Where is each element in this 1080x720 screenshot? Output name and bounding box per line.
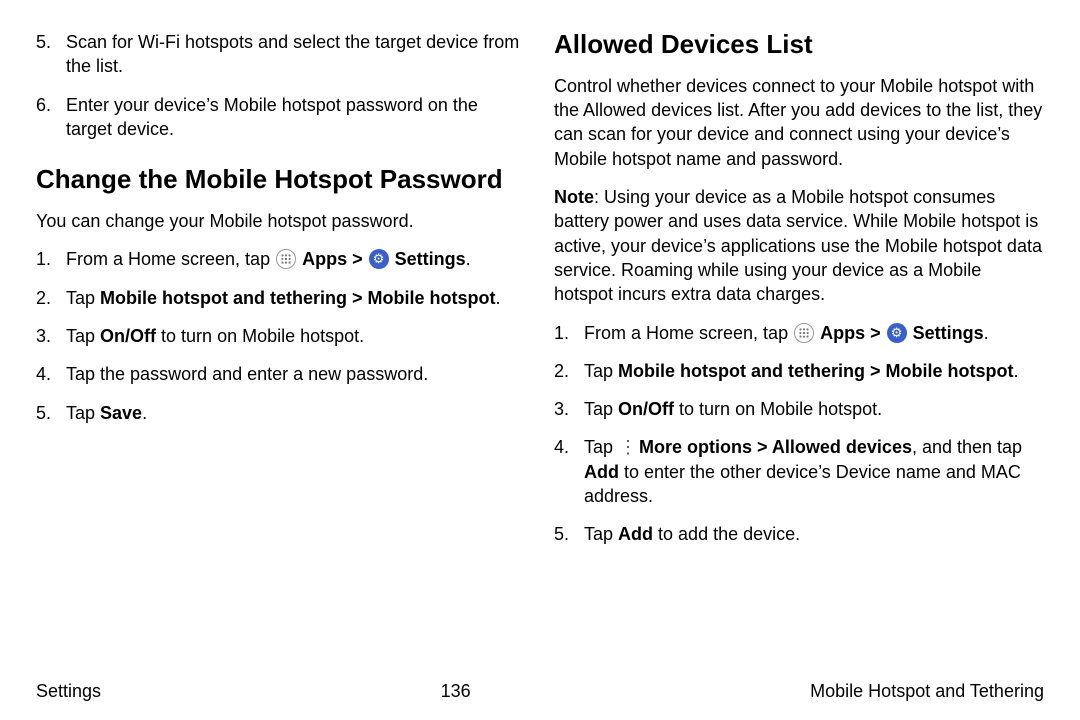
right-column: Allowed Devices List Control whether dev…: [554, 30, 1044, 660]
step-text: From a Home screen, tap: [584, 323, 793, 343]
list-item: Scan for Wi-Fi hotspots and select the t…: [36, 30, 526, 79]
step-text: Tap: [66, 403, 100, 423]
bold-text: Save: [100, 403, 142, 423]
bold-text: Allowed devices: [772, 437, 912, 457]
list-item: Enter your device’s Mobile hotspot passw…: [36, 93, 526, 142]
note-body: : Using your device as a Mobile hotspot …: [554, 187, 1042, 304]
bold-text: Add: [618, 524, 653, 544]
step-text: to turn on Mobile hotspot.: [674, 399, 882, 419]
arrow: >: [752, 437, 772, 457]
step-text: .: [466, 249, 471, 269]
bold-text: More options: [639, 437, 752, 457]
bold-text: Mobile hotspot and tethering: [100, 288, 347, 308]
footer-right: Mobile Hotspot and Tethering: [810, 681, 1044, 702]
step-text: to turn on Mobile hotspot.: [156, 326, 364, 346]
more-options-icon: [619, 437, 633, 457]
gear-icon: [369, 249, 389, 269]
gear-icon: [887, 323, 907, 343]
section-heading: Change the Mobile Hotspot Password: [36, 165, 526, 195]
list-item: From a Home screen, tap Apps > Settings.: [554, 321, 1044, 345]
apps-icon: [794, 323, 814, 343]
apps-icon: [276, 249, 296, 269]
settings-label: Settings: [913, 323, 984, 343]
list-item: Tap On/Off to turn on Mobile hotspot.: [36, 324, 526, 348]
note-paragraph: Note: Using your device as a Mobile hots…: [554, 185, 1044, 306]
step-text: .: [142, 403, 147, 423]
bold-text: On/Off: [618, 399, 674, 419]
bold-text: Mobile hotspot: [886, 361, 1014, 381]
list-item: Tap the password and enter a new passwor…: [36, 362, 526, 386]
list-item: Tap On/Off to turn on Mobile hotspot.: [554, 397, 1044, 421]
continued-steps-list: Scan for Wi-Fi hotspots and select the t…: [36, 30, 526, 141]
bold-text: Add: [584, 462, 619, 482]
step-text: to add the device.: [653, 524, 800, 544]
bold-text: Mobile hotspot: [368, 288, 496, 308]
section-body: Control whether devices connect to your …: [554, 74, 1044, 171]
footer-left: Settings: [36, 681, 101, 702]
apps-label: Apps: [820, 323, 865, 343]
list-item: Tap More options > Allowed devices, and …: [554, 435, 1044, 508]
arrow: >: [865, 361, 886, 381]
footer-page-number: 136: [441, 681, 471, 702]
step-text: , and then tap: [912, 437, 1022, 457]
bold-text: Mobile hotspot and tethering: [618, 361, 865, 381]
step-text: Tap: [66, 326, 100, 346]
section-intro: You can change your Mobile hotspot passw…: [36, 209, 526, 233]
bold-text: On/Off: [100, 326, 156, 346]
step-text: Tap: [584, 524, 618, 544]
left-column: Scan for Wi-Fi hotspots and select the t…: [36, 30, 526, 660]
step-text: From a Home screen, tap: [66, 249, 275, 269]
page-footer: Settings 136 Mobile Hotspot and Tetherin…: [0, 681, 1080, 702]
step-text: .: [1014, 361, 1019, 381]
page-columns: Scan for Wi-Fi hotspots and select the t…: [0, 0, 1080, 660]
list-item: From a Home screen, tap Apps > Settings.: [36, 247, 526, 271]
arrow: >: [865, 323, 886, 343]
step-text: Tap: [584, 437, 618, 457]
section-heading: Allowed Devices List: [554, 30, 1044, 60]
list-item: Tap Save.: [36, 401, 526, 425]
apps-label: Apps: [302, 249, 347, 269]
settings-label: Settings: [395, 249, 466, 269]
change-password-steps: From a Home screen, tap Apps > Settings.…: [36, 247, 526, 424]
arrow: >: [347, 288, 368, 308]
note-label: Note: [554, 187, 594, 207]
step-text: .: [984, 323, 989, 343]
step-text: Tap: [66, 288, 100, 308]
arrow: >: [347, 249, 368, 269]
step-text: .: [496, 288, 501, 308]
list-item: Tap Mobile hotspot and tethering > Mobil…: [554, 359, 1044, 383]
list-item: Tap Add to add the device.: [554, 522, 1044, 546]
allowed-devices-steps: From a Home screen, tap Apps > Settings.…: [554, 321, 1044, 547]
step-text: to enter the other device’s Device name …: [584, 462, 1021, 506]
step-text: Tap: [584, 399, 618, 419]
list-item: Tap Mobile hotspot and tethering > Mobil…: [36, 286, 526, 310]
step-text: Tap: [584, 361, 618, 381]
